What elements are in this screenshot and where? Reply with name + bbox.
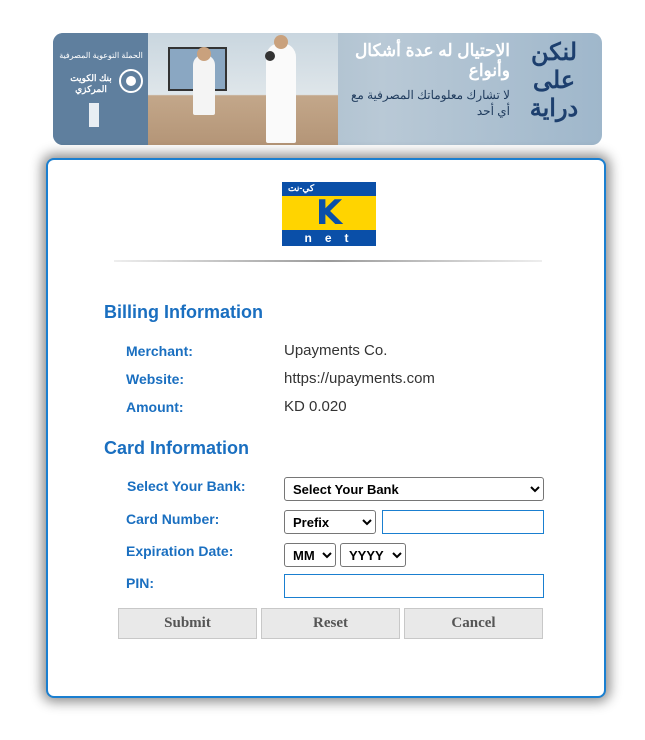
card-number-input[interactable] xyxy=(382,510,544,534)
expiry-month-select[interactable]: MM xyxy=(284,543,336,567)
person-head xyxy=(197,47,211,61)
reset-button[interactable]: Reset xyxy=(261,608,400,639)
awareness-banner[interactable]: الحملة التوعوية المصرفية بنك الكويت المر… xyxy=(53,33,602,145)
knet-logo: كي-نت K net xyxy=(282,182,376,246)
merchant-value: Upayments Co. xyxy=(284,342,388,359)
amount-label: Amount: xyxy=(126,399,184,415)
banner-photo xyxy=(148,33,338,145)
cancel-button[interactable]: Cancel xyxy=(404,608,543,639)
person-seated xyxy=(193,55,215,115)
amount-value: KD 0.020 xyxy=(284,398,347,415)
website-label: Website: xyxy=(126,371,185,387)
banner-headline: الاحتيال له عدة أشكال وأنواع xyxy=(354,41,510,80)
person-head xyxy=(274,35,288,49)
clock-icon xyxy=(265,51,275,61)
central-bank-seal-icon xyxy=(119,69,143,93)
bank-select[interactable]: Select Your Bank xyxy=(284,477,544,501)
prefix-select[interactable]: Prefix xyxy=(284,510,376,534)
card-info-title: Card Information xyxy=(104,438,250,458)
submit-button[interactable]: Submit xyxy=(118,608,257,639)
expiry-label: Expiration Date: xyxy=(126,543,234,559)
campaign-text: الحملة التوعوية المصرفية xyxy=(59,51,143,60)
building-icon xyxy=(89,103,99,127)
payment-card: كي-نت K net Billing Information Merchant… xyxy=(46,158,606,698)
pin-input[interactable] xyxy=(284,574,544,598)
knet-k-letter: K xyxy=(315,193,343,233)
bank-label: Select Your Bank: xyxy=(127,478,246,494)
banner-logo-panel: الحملة التوعوية المصرفية بنك الكويت المر… xyxy=(53,33,148,145)
expiry-year-select[interactable]: YYYY xyxy=(340,543,406,567)
knet-arabic-text: كي-نت xyxy=(288,183,315,193)
billing-title: Billing Information xyxy=(104,302,263,322)
website-value: https://upayments.com xyxy=(284,370,435,387)
card-number-label: Card Number: xyxy=(126,511,220,527)
pin-label: PIN: xyxy=(126,575,154,591)
banner-subline: لا تشارك معلوماتك المصرفية مع أي أحد xyxy=(350,88,510,118)
knet-net-text: net xyxy=(304,231,362,245)
divider xyxy=(114,260,542,262)
central-bank-name: بنك الكويت المركزي xyxy=(70,73,112,94)
banner-brand: لنكن على دراية xyxy=(529,39,579,122)
merchant-label: Merchant: xyxy=(126,343,193,359)
